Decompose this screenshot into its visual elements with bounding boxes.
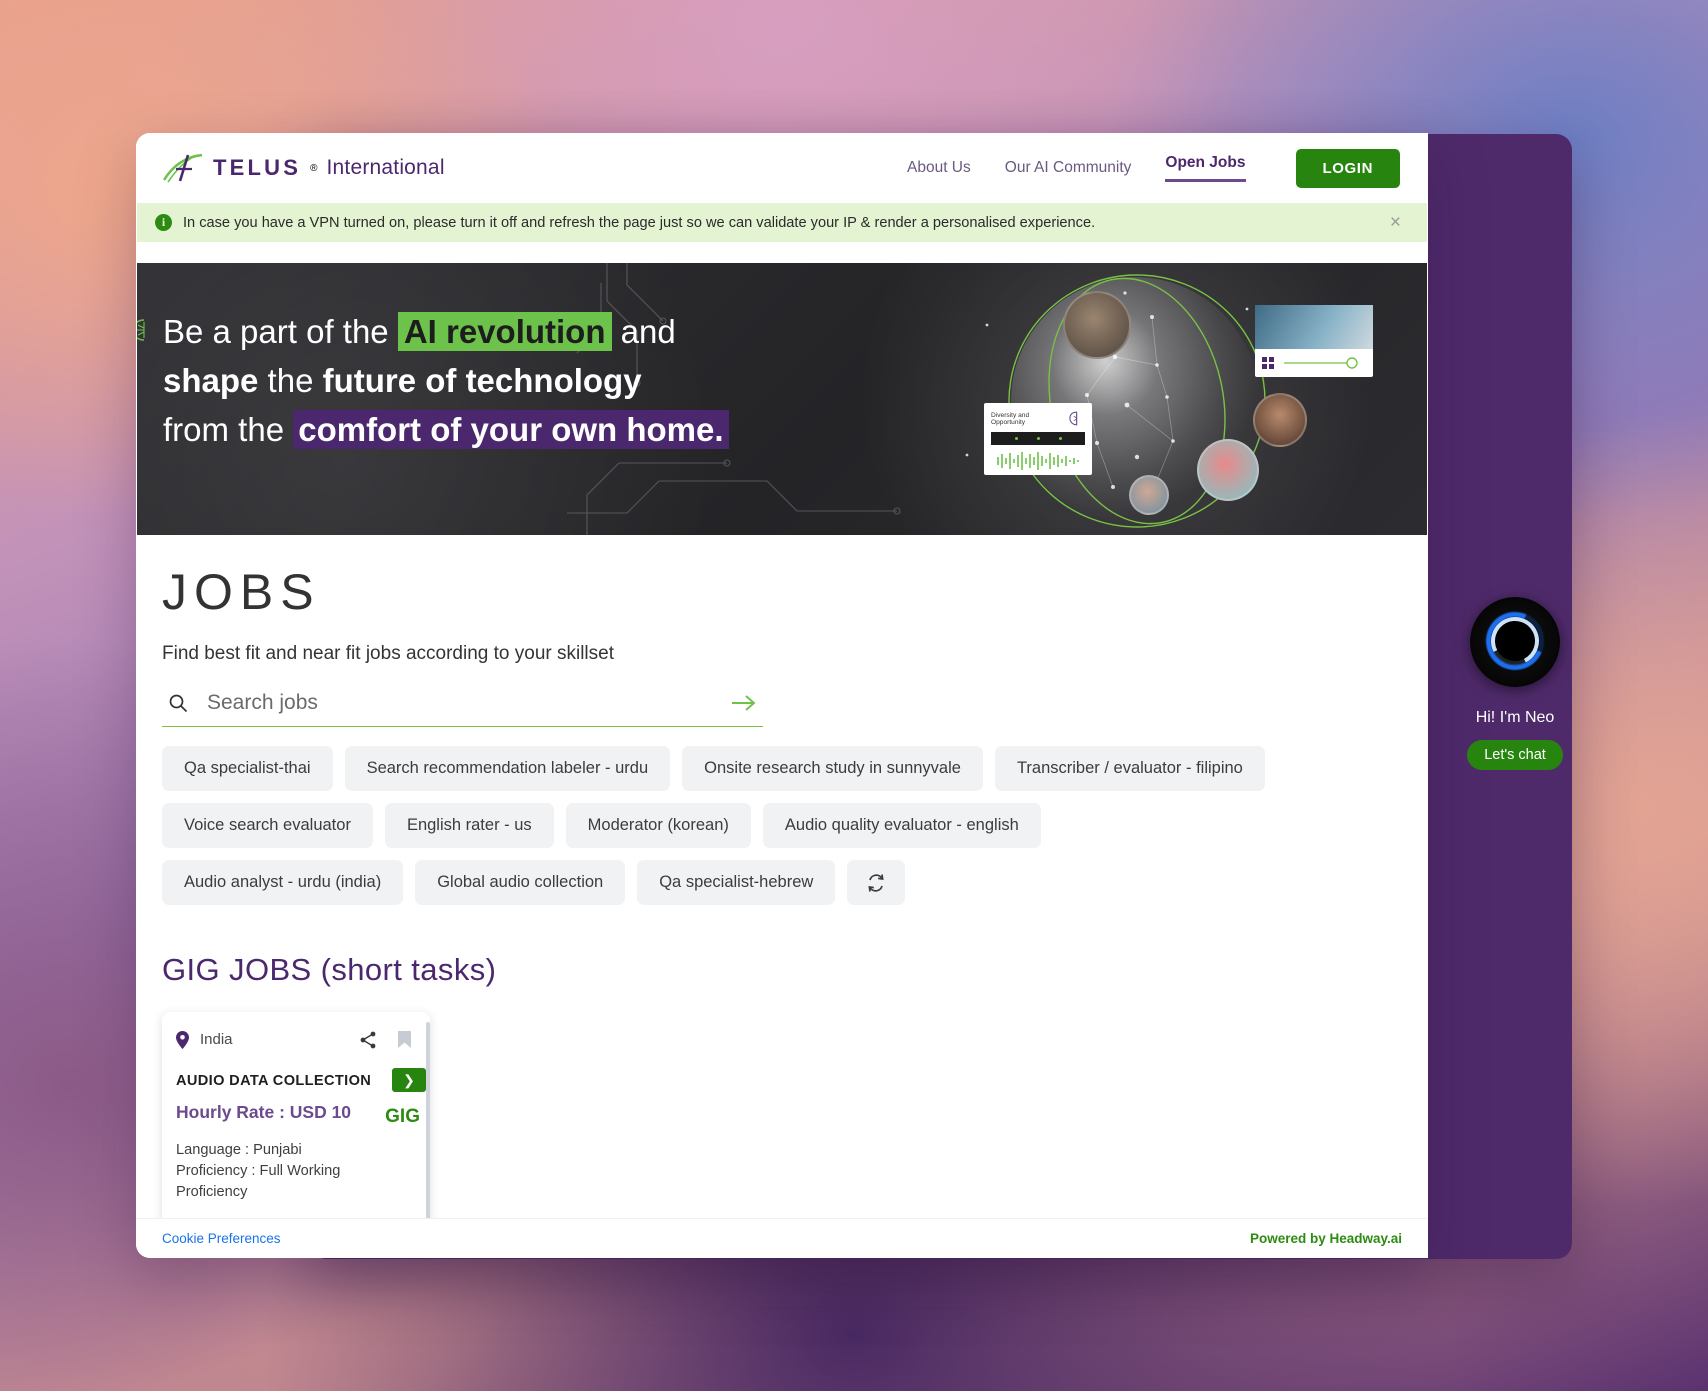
telus-swoosh-icon <box>162 153 203 183</box>
chip-search-recommendation-labeler-urdu[interactable]: Search recommendation labeler - urdu <box>344 746 671 791</box>
hero-network-dots <box>965 274 1269 528</box>
search-bar <box>162 691 763 727</box>
job-card-header: India <box>176 1030 412 1049</box>
bookmark-icon[interactable] <box>397 1030 412 1049</box>
neo-chat-widget: Hi! I'm Neo Let's chat <box>1455 597 1575 770</box>
brain-icon <box>137 319 145 341</box>
nav-item-open-jobs[interactable]: Open Jobs <box>1165 154 1246 182</box>
hero-line3-a: from the <box>163 410 294 448</box>
hero-line2-a: shape <box>163 361 259 399</box>
jobs-section: JOBS Find best fit and near fit jobs acc… <box>136 535 1428 1234</box>
job-suggestion-chips: Qa specialist-thai Search recommendation… <box>162 746 1292 905</box>
map-pin-icon <box>176 1030 189 1049</box>
refresh-suggestions-button[interactable] <box>847 860 906 905</box>
avatar <box>1197 439 1259 501</box>
close-icon[interactable]: × <box>1390 213 1401 232</box>
site-footer: Cookie Preferences Powered by Headway.ai <box>136 1218 1428 1258</box>
hero-line1-b: and <box>611 313 676 350</box>
chip-audio-quality-evaluator-english[interactable]: Audio quality evaluator - english <box>762 803 1041 848</box>
hero-line-3: from the comfort of your own home. <box>163 409 729 452</box>
cookie-preferences-link[interactable]: Cookie Preferences <box>162 1231 281 1246</box>
grid-icon <box>1262 356 1274 369</box>
telus-logo[interactable]: TELUS ® International <box>162 153 445 183</box>
slider-icon <box>1284 357 1358 369</box>
chip-voice-search-evaluator[interactable]: Voice search evaluator <box>162 803 373 848</box>
page-subtitle: Find best fit and near fit jobs accordin… <box>162 643 615 664</box>
hero-line-2: shape the future of technology <box>163 360 729 403</box>
desktop-wallpaper: TELUS ® International About Us Our AI Co… <box>0 0 1708 1391</box>
avatar <box>1253 393 1307 447</box>
logo-suffix-text: International <box>326 156 445 179</box>
gig-jobs-title: GIG JOBS (short tasks) <box>162 952 497 987</box>
page-title: JOBS <box>162 564 321 620</box>
chip-moderator-korean[interactable]: Moderator (korean) <box>565 803 751 848</box>
chip-english-rater-us[interactable]: English rater - us <box>384 803 554 848</box>
site-header: TELUS ® International About Us Our AI Co… <box>136 133 1428 203</box>
brain-icon <box>1068 411 1077 426</box>
hero-line-1: Be a part of the AI revolution and <box>163 311 729 354</box>
main-navigation: About Us Our AI Community Open Jobs LOGI… <box>907 148 1400 188</box>
neo-greeting-text: Hi! I'm Neo <box>1475 709 1555 726</box>
job-card-actions <box>359 1030 412 1049</box>
gig-jobs-list: India AUDIO DATA COLLECTION ❯ Hourly Rat… <box>162 1012 1402 1234</box>
info-icon: i <box>155 214 172 231</box>
chip-global-audio-collection[interactable]: Global audio collection <box>415 860 626 905</box>
chip-transcriber-evaluator-filipino[interactable]: Transcriber / evaluator - filipino <box>994 746 1265 791</box>
waveform-icon <box>997 452 1079 470</box>
hero-card-label: Diversity and Opportunity <box>991 411 1030 426</box>
nav-item-our-ai-community[interactable]: Our AI Community <box>1005 159 1132 177</box>
login-button[interactable]: LOGIN <box>1295 148 1400 188</box>
refresh-icon <box>868 873 884 892</box>
chip-audio-analyst-urdu-india[interactable]: Audio analyst - urdu (india) <box>162 860 404 905</box>
gig-badge: GIG <box>385 1106 420 1127</box>
avatar <box>1129 475 1169 515</box>
hero-banner: Diversity and Opportunity Be a part of t… <box>137 263 1427 535</box>
neo-core <box>1497 623 1533 659</box>
logo-trademark: ® <box>310 162 318 174</box>
chip-qa-specialist-hebrew[interactable]: Qa specialist-hebrew <box>637 860 836 905</box>
vpn-notice-banner: i In case you have a VPN turned on, plea… <box>137 203 1427 242</box>
arrow-right-icon[interactable] <box>731 693 757 713</box>
job-location: India <box>200 1031 233 1048</box>
vpn-notice-text: In case you have a VPN turned on, please… <box>183 214 1096 231</box>
job-proficiency: Proficiency : Full Working Proficiency <box>176 1163 341 1201</box>
lets-chat-button[interactable]: Let's chat <box>1467 740 1563 770</box>
neo-orb-icon[interactable] <box>1470 597 1560 687</box>
job-card-next-button[interactable]: ❯ <box>392 1068 426 1092</box>
browser-window: TELUS ® International About Us Our AI Co… <box>136 133 1428 1258</box>
hero-card-slider <box>1255 305 1373 377</box>
hero-line2-b: the <box>258 361 323 399</box>
job-card[interactable]: India AUDIO DATA COLLECTION ❯ Hourly Rat… <box>162 1012 430 1234</box>
hero-line3-highlight: comfort of your own home. <box>293 409 729 449</box>
job-title: AUDIO DATA COLLECTION <box>176 1073 372 1089</box>
nav-item-about-us[interactable]: About Us <box>907 159 971 177</box>
hero-line2-c: future of technology <box>322 361 642 399</box>
logo-brand-text: TELUS <box>213 155 302 180</box>
hero-line1-highlight: AI revolution <box>397 312 612 351</box>
job-language: Language : Punjabi <box>176 1142 302 1158</box>
search-icon <box>169 694 188 713</box>
hero-line1-a: Be a part of the <box>163 313 398 350</box>
hero-card-diversity: Diversity and Opportunity <box>984 403 1092 475</box>
chip-onsite-research-study-in-sunnyvale[interactable]: Onsite research study in sunnyvale <box>682 746 983 791</box>
chip-qa-specialist-thai[interactable]: Qa specialist-thai <box>162 746 333 791</box>
avatar <box>1063 291 1131 359</box>
job-card-scrollbar[interactable] <box>426 1022 430 1224</box>
hero-headline: Be a part of the AI revolution and shape… <box>137 311 729 458</box>
search-input[interactable] <box>207 691 731 715</box>
share-icon[interactable] <box>359 1031 377 1049</box>
powered-by-label: Powered by Headway.ai <box>1249 1231 1402 1246</box>
job-rate: Hourly Rate : USD 10 <box>176 1102 352 1122</box>
